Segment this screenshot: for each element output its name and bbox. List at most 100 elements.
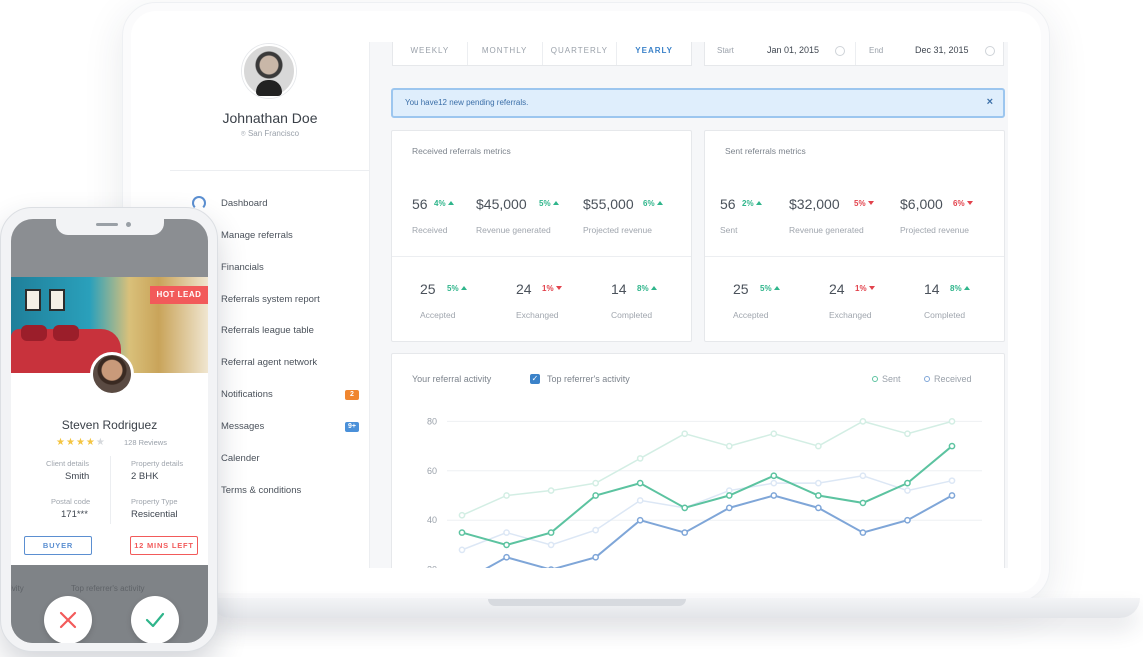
sidebar-item-terms[interactable]: Terms & conditions <box>221 485 301 496</box>
received-completed-label: Completed <box>611 310 653 320</box>
received-data-point[interactable] <box>948 492 956 499</box>
faint-3-data-point[interactable] <box>770 479 778 487</box>
received-metrics-card: Received referrals metrics 56 4% Receive… <box>391 130 692 342</box>
location-pin-icon: ⌾ <box>240 129 246 138</box>
trend-down-icon <box>966 201 973 205</box>
star-icon: ★ <box>95 437 106 448</box>
faint-2-data-point[interactable] <box>859 418 867 425</box>
sidebar-item-calender[interactable]: Calender <box>221 453 260 464</box>
sidebar-item-league-table[interactable]: Referrals league table <box>221 325 314 336</box>
faint-3-data-point[interactable] <box>547 541 555 549</box>
tab-yearly[interactable]: YEARLY <box>617 42 691 65</box>
received-data-point[interactable] <box>636 516 644 524</box>
faint-3-data-point[interactable] <box>458 546 466 554</box>
faint-2-data-point[interactable] <box>725 442 733 450</box>
received-data-point[interactable] <box>592 553 599 561</box>
faint-3-data-point[interactable] <box>636 497 644 504</box>
faint-2-data-point[interactable] <box>458 511 466 519</box>
sent-data-point[interactable] <box>547 529 555 536</box>
faint-3-data-point[interactable] <box>503 529 510 536</box>
profile-location-text: San Francisco <box>247 129 300 138</box>
faint-3-data-point[interactable] <box>592 526 599 534</box>
sent-count: 56 <box>720 196 736 212</box>
received-data-point[interactable] <box>503 553 510 561</box>
faint-3-data-point[interactable] <box>948 477 956 485</box>
sent-data-point[interactable] <box>815 492 822 499</box>
sent-data-point[interactable] <box>948 442 956 450</box>
sent-card-divider <box>705 256 1004 257</box>
sent-data-point[interactable] <box>592 492 599 499</box>
faint-2-data-point[interactable] <box>948 418 956 425</box>
sent-data-point[interactable] <box>904 479 911 487</box>
checkmark-icon <box>145 612 165 628</box>
received-data-point[interactable] <box>681 529 689 536</box>
sent-series-line <box>461 445 953 546</box>
received-data-point[interactable] <box>548 566 554 568</box>
phone-speaker <box>96 223 118 226</box>
sidebar-divider <box>170 170 370 171</box>
date-separator <box>855 42 856 65</box>
sent-exchanged: 24 <box>829 281 845 297</box>
agent-avatar[interactable] <box>90 352 134 396</box>
dashboard-screen: Johnathan Doe ⌾ San Francisco Dashboard … <box>170 42 1008 568</box>
profile-avatar[interactable] <box>242 44 296 98</box>
end-calendar-icon[interactable] <box>985 46 995 56</box>
sent-data-point[interactable] <box>681 504 689 512</box>
start-date-field[interactable]: Jan 01, 2015 <box>767 45 819 55</box>
accept-button[interactable] <box>131 596 179 643</box>
agent-name: Steven Rodriguez <box>61 418 158 432</box>
received-data-point[interactable] <box>859 529 867 536</box>
sent-projected-delta: 6% <box>953 199 973 208</box>
received-accepted-label: Accepted <box>420 310 456 320</box>
received-count-label: Received <box>412 225 448 235</box>
star-icon: ★ <box>65 437 76 448</box>
tab-quarterly[interactable]: QUARTERLY <box>543 42 618 65</box>
faint-3-data-point[interactable] <box>859 472 867 480</box>
sent-completed-label: Completed <box>924 310 966 320</box>
sidebar-item-notifications[interactable]: Notifications <box>221 389 273 400</box>
sent-projected-label: Projected revenue <box>900 225 969 235</box>
faint-3-data-point[interactable] <box>815 479 822 487</box>
faint-2-data-point[interactable] <box>681 430 689 438</box>
faint-2-data-point[interactable] <box>503 492 510 499</box>
tab-weekly[interactable]: WEEKLY <box>393 42 468 65</box>
trend-up-icon <box>755 201 762 205</box>
sidebar-item-dashboard[interactable]: Dashboard <box>221 198 267 209</box>
review-count[interactable]: 128 Reviews <box>124 438 167 447</box>
sidebar-item-agent-network[interactable]: Referral agent network <box>221 357 317 368</box>
faint-3-data-point[interactable] <box>904 487 911 494</box>
start-calendar-icon[interactable] <box>835 46 845 56</box>
received-projected: $55,000 <box>583 196 634 212</box>
sent-data-point[interactable] <box>458 529 466 536</box>
sent-exchanged-delta: 1% <box>855 284 875 293</box>
received-data-point[interactable] <box>904 516 911 524</box>
received-exchanged-delta: 1% <box>542 284 562 293</box>
sidebar-item-financials[interactable]: Financials <box>221 262 264 273</box>
received-data-point[interactable] <box>770 492 778 499</box>
faint-2-data-point[interactable] <box>904 430 911 438</box>
sidebar-item-messages[interactable]: Messages <box>221 421 264 432</box>
received-data-point[interactable] <box>815 504 822 512</box>
alert-message: You have12 new pending referrals. <box>405 98 529 107</box>
end-date-field[interactable]: Dec 31, 2015 <box>915 45 969 55</box>
faint-2-data-point[interactable] <box>815 442 822 450</box>
received-data-point[interactable] <box>725 504 733 512</box>
close-icon[interactable]: × <box>987 96 993 108</box>
reject-button[interactable] <box>44 596 92 643</box>
faint-2-data-point[interactable] <box>592 479 599 487</box>
sent-data-point[interactable] <box>770 472 778 480</box>
trend-up-icon <box>460 286 467 290</box>
tab-monthly[interactable]: MONTHLY <box>468 42 543 65</box>
trend-up-icon <box>447 201 454 205</box>
faint-2-data-point[interactable] <box>636 455 644 462</box>
sent-data-point[interactable] <box>636 479 644 487</box>
faint-2-data-point[interactable] <box>547 487 555 494</box>
received-series-line <box>485 494 953 568</box>
sidebar-item-manage-referrals[interactable]: Manage referrals <box>221 230 293 241</box>
sidebar-item-system-report[interactable]: Referrals system report <box>221 294 320 305</box>
sent-data-point[interactable] <box>859 499 867 507</box>
faint-2-data-point[interactable] <box>770 430 778 438</box>
photo-frame-right <box>49 289 65 311</box>
sent-data-point[interactable] <box>503 541 510 549</box>
sent-data-point[interactable] <box>725 492 733 499</box>
